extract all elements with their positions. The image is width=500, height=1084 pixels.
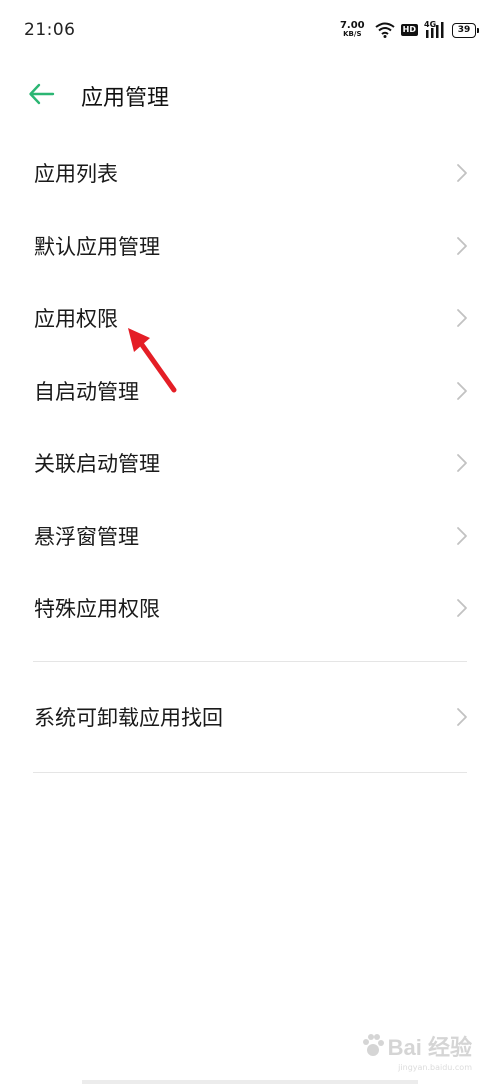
gesture-bar [82,1080,418,1084]
menu-item-associated-launch[interactable]: 关联启动管理 [0,427,500,500]
section-divider [33,772,467,773]
menu-item-default-apps[interactable]: 默认应用管理 [0,210,500,283]
network-speed: 7.00 KB/S [340,21,365,39]
menu-item-recover-system-apps[interactable]: 系统可卸载应用找回 [0,681,500,754]
page-title: 应用管理 [81,86,170,111]
chevron-right-icon [457,708,467,727]
menu-item-label: 应用权限 [34,307,118,332]
section-divider [33,661,467,662]
hd-badge: HD [400,24,418,36]
status-icons: 7.00 KB/S HD 4G 39 [340,19,479,41]
menu-item-label: 默认应用管理 [34,234,160,259]
menu-item-label: 关联启动管理 [34,452,160,477]
menu-item-label: 悬浮窗管理 [34,524,139,549]
watermark: Bai 经验 jingyan.baidu.com [360,1030,472,1072]
cellular-signal-icon: 4G [424,20,446,38]
chevron-right-icon [457,164,467,183]
wifi-icon [375,22,395,38]
battery-icon: 39 [452,22,479,38]
settings-menu: 应用列表 默认应用管理 应用权限 自启动管理 关联启动管理 悬浮窗管理 特殊应用… [0,137,500,645]
chevron-right-icon [457,236,467,255]
chevron-right-icon [457,599,467,618]
watermark-text: Bai 经验 [387,1035,472,1060]
back-button[interactable] [26,80,58,108]
menu-item-label: 应用列表 [34,162,118,187]
network-speed-value: 7.00 [339,20,365,31]
menu-item-autostart[interactable]: 自启动管理 [0,355,500,428]
menu-item-label: 自启动管理 [34,379,139,404]
menu-item-app-list[interactable]: 应用列表 [0,137,500,210]
chevron-right-icon [457,454,467,473]
network-speed-unit: KB/S [343,30,362,38]
chevron-right-icon [457,526,467,545]
status-bar: 21:06 7.00 KB/S HD 4G 39 [0,0,500,60]
status-time: 21:06 [24,20,76,40]
menu-item-label: 系统可卸载应用找回 [34,706,223,731]
menu-item-app-permissions[interactable]: 应用权限 [0,282,500,355]
paw-logo-icon [362,1034,384,1056]
app-bar: 应用管理 [0,70,500,118]
watermark-subtext: jingyan.baidu.com [398,1063,472,1072]
menu-item-special-permissions[interactable]: 特殊应用权限 [0,572,500,645]
menu-item-floating-window[interactable]: 悬浮窗管理 [0,500,500,573]
menu-item-label: 特殊应用权限 [34,597,160,622]
chevron-right-icon [457,381,467,400]
back-arrow-icon [29,83,55,105]
chevron-right-icon [457,309,467,328]
